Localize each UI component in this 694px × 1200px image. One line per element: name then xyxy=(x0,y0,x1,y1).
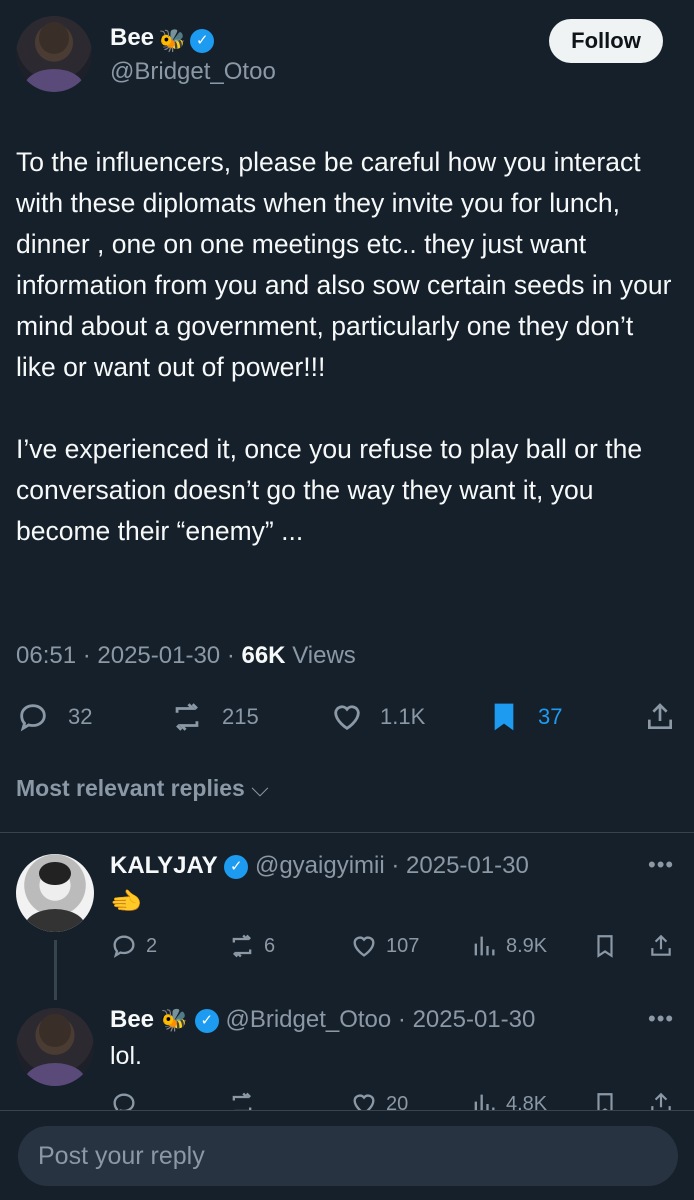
reply-count: 2 xyxy=(146,934,158,957)
reply-dot: · xyxy=(391,1006,413,1033)
like-count: 107 xyxy=(386,934,420,957)
tweet-time[interactable]: 06:51 xyxy=(16,642,76,669)
verified-badge-icon: ✓ xyxy=(194,1008,219,1033)
repost-count: 6 xyxy=(264,934,276,957)
share-icon xyxy=(651,934,671,956)
more-options-icon[interactable]: ••• xyxy=(648,1006,674,1032)
like-action[interactable]: 1.1K xyxy=(330,700,425,734)
avatar-shoulder xyxy=(23,1062,87,1086)
tweet-text: To the influencers, please be careful ho… xyxy=(16,142,676,552)
reply-handle[interactable]: @Bridget_Otoo xyxy=(225,1006,391,1033)
avatar-hair xyxy=(39,1014,71,1047)
author-name: Bee xyxy=(110,24,155,51)
reply-author-name[interactable]: Bee xyxy=(110,1006,154,1033)
reply-icon xyxy=(113,935,135,958)
author-name-row[interactable]: Bee 🐝 ✓ xyxy=(110,24,215,54)
avatar-hair xyxy=(38,22,70,54)
heart-icon xyxy=(334,705,360,731)
avatar-shoulder xyxy=(23,908,87,932)
reply-handle[interactable]: @gyaigyimii xyxy=(255,852,385,879)
heart-icon xyxy=(353,936,375,957)
thread-connector-line xyxy=(54,940,57,1000)
reply-avatar[interactable] xyxy=(16,854,94,932)
reply-action[interactable]: 32 xyxy=(16,700,92,734)
author-handle[interactable]: @Bridget_Otoo xyxy=(110,58,276,86)
tweet-meta: 06:51 · 2025-01-30 · 66K Views xyxy=(16,642,356,669)
bee-emoji: 🐝 xyxy=(160,1007,189,1033)
bee-emoji: 🐝 xyxy=(158,27,186,53)
reply-date[interactable]: 2025-01-30 xyxy=(413,1006,536,1033)
composer-divider xyxy=(0,1110,694,1111)
follow-button[interactable]: Follow xyxy=(549,19,663,63)
verified-badge-icon: ✓ xyxy=(190,28,215,53)
reply-author-name[interactable]: KALYJAY xyxy=(110,852,218,879)
like-action[interactable]: 107 xyxy=(350,932,419,960)
bookmark-icon xyxy=(597,935,613,958)
views-action[interactable]: 8.9K xyxy=(470,932,547,960)
bookmark-action[interactable] xyxy=(592,932,618,960)
repost-action[interactable]: 215 xyxy=(170,700,259,734)
views-count: 66K xyxy=(241,642,286,669)
views-label: Views xyxy=(292,642,356,669)
repost-icon xyxy=(232,934,252,958)
bookmark-count: 37 xyxy=(538,704,563,729)
reply-count: 32 xyxy=(68,704,93,729)
reply-avatar[interactable] xyxy=(16,1008,94,1086)
reply-dot: · xyxy=(384,852,407,879)
share-action[interactable] xyxy=(644,700,676,734)
reply-text: lol. xyxy=(110,1042,142,1070)
share-icon xyxy=(648,703,672,729)
reply-text: 🫲 xyxy=(110,886,143,916)
replies-sort-dropdown[interactable]: Most relevant replies ⌵ xyxy=(16,775,269,802)
analytics-icon xyxy=(474,936,495,956)
reply-date[interactable]: 2025-01-30 xyxy=(406,852,529,879)
chevron-down-icon: ⌵ xyxy=(251,775,269,801)
reply-action[interactable]: 2 xyxy=(110,932,157,960)
verified-badge-icon: ✓ xyxy=(224,854,249,879)
repost-count: 215 xyxy=(222,704,259,729)
reply-header: KALYJAY ✓ @gyaigyimii · 2025-01-30 xyxy=(110,852,529,880)
bookmark-icon xyxy=(494,703,514,731)
like-count: 1.1K xyxy=(380,704,426,729)
avatar-hair xyxy=(39,861,71,886)
bookmark-action[interactable]: 37 xyxy=(488,700,562,734)
tweet-paragraph-1: To the influencers, please be careful ho… xyxy=(16,147,672,382)
views-count: 8.9K xyxy=(506,934,548,957)
tweet-date[interactable]: 2025-01-30 xyxy=(97,642,220,669)
avatar-shoulder xyxy=(23,69,85,92)
section-divider xyxy=(0,832,694,833)
repost-action[interactable]: 6 xyxy=(228,932,275,960)
tweet-paragraph-2: I’ve experienced it, once you refuse to … xyxy=(16,434,643,546)
reply-icon xyxy=(20,704,46,732)
more-options-icon[interactable]: ••• xyxy=(648,852,674,878)
reply-header: Bee 🐝 ✓ @Bridget_Otoo · 2025-01-30 xyxy=(110,1006,535,1034)
repost-icon xyxy=(175,703,199,731)
sort-label: Most relevant replies xyxy=(16,775,245,801)
share-action[interactable] xyxy=(648,932,674,960)
author-avatar[interactable] xyxy=(16,16,92,92)
reply-composer-input[interactable] xyxy=(18,1126,678,1186)
